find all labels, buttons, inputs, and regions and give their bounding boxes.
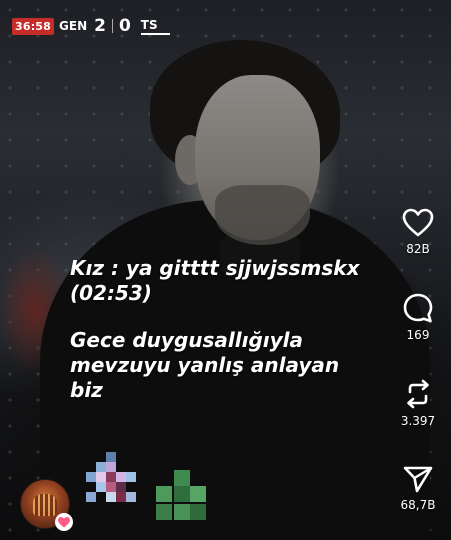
match-clock: 36:58	[12, 17, 55, 35]
caption-line: (02:53)	[70, 281, 152, 305]
home-score: 2	[94, 16, 106, 36]
like-button[interactable]: 82B	[393, 208, 443, 256]
pixel-sticker	[156, 470, 206, 520]
send-icon	[403, 466, 433, 493]
away-team: TS	[140, 18, 170, 35]
repost-button[interactable]: 3.397	[393, 378, 443, 428]
match-scoreboard: 36:58 GEN 2 0 TS	[12, 16, 170, 36]
caption-line: Gece duygusallığıyla	[70, 328, 304, 352]
home-team: GEN	[59, 19, 88, 33]
like-count: 82B	[406, 242, 430, 256]
coach-beard	[215, 185, 310, 245]
repost-count: 3.397	[400, 414, 436, 428]
comment-button[interactable]: 169	[393, 292, 443, 342]
score-divider	[111, 19, 113, 33]
caption-line: Kız : ya gitttt sjjwjssmskx	[70, 256, 360, 280]
share-count: 68,7B	[400, 498, 436, 512]
comment-bubble-icon	[403, 293, 433, 323]
repost-arrows-icon	[407, 379, 429, 409]
reel-viewer[interactable]: 36:58 GEN 2 0 TS Kız : ya gitttt sjjwjss…	[0, 0, 451, 540]
caption-line: biz	[70, 378, 103, 402]
away-score: 0	[118, 16, 131, 36]
share-button[interactable]: 68,7B	[393, 464, 443, 512]
pixel-sticker	[86, 452, 136, 502]
comment-count: 169	[406, 328, 430, 342]
reel-caption: Kız : ya gitttt sjjwjssmskx (02:53) Gece…	[70, 256, 400, 403]
heart-icon	[402, 208, 434, 237]
heart-badge-icon	[55, 513, 73, 531]
caption-line: mevzuyu yanlış anlayan	[70, 353, 340, 377]
